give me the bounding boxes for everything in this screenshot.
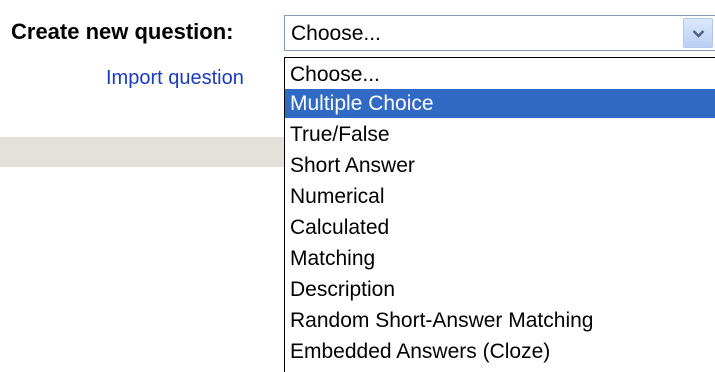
option-choose[interactable]: Choose... <box>285 60 715 89</box>
option-embedded-answers-cloze[interactable]: Embedded Answers (Cloze) <box>285 337 715 366</box>
select-current-value: Choose... <box>291 22 381 45</box>
option-short-answer[interactable]: Short Answer <box>285 151 715 180</box>
option-multiple-choice[interactable]: Multiple Choice <box>285 89 715 118</box>
option-calculated[interactable]: Calculated <box>285 213 715 242</box>
option-matching[interactable]: Matching <box>285 244 715 273</box>
option-true-false[interactable]: True/False <box>285 120 715 149</box>
create-new-question-label: Create new question: <box>11 19 234 44</box>
import-questions-link[interactable]: Import question <box>106 67 244 90</box>
chevron-down-icon <box>692 30 705 38</box>
option-numerical[interactable]: Numerical <box>285 182 715 211</box>
option-description[interactable]: Description <box>285 275 715 304</box>
dropdown-arrow-button[interactable] <box>683 18 713 48</box>
question-type-select[interactable]: Choose... <box>284 15 715 51</box>
question-type-options-list: Choose... Multiple Choice True/False Sho… <box>284 57 715 372</box>
option-random-short-answer-matching[interactable]: Random Short-Answer Matching <box>285 306 715 335</box>
question-bank-page: Create new question: Import question Cho… <box>0 0 715 372</box>
